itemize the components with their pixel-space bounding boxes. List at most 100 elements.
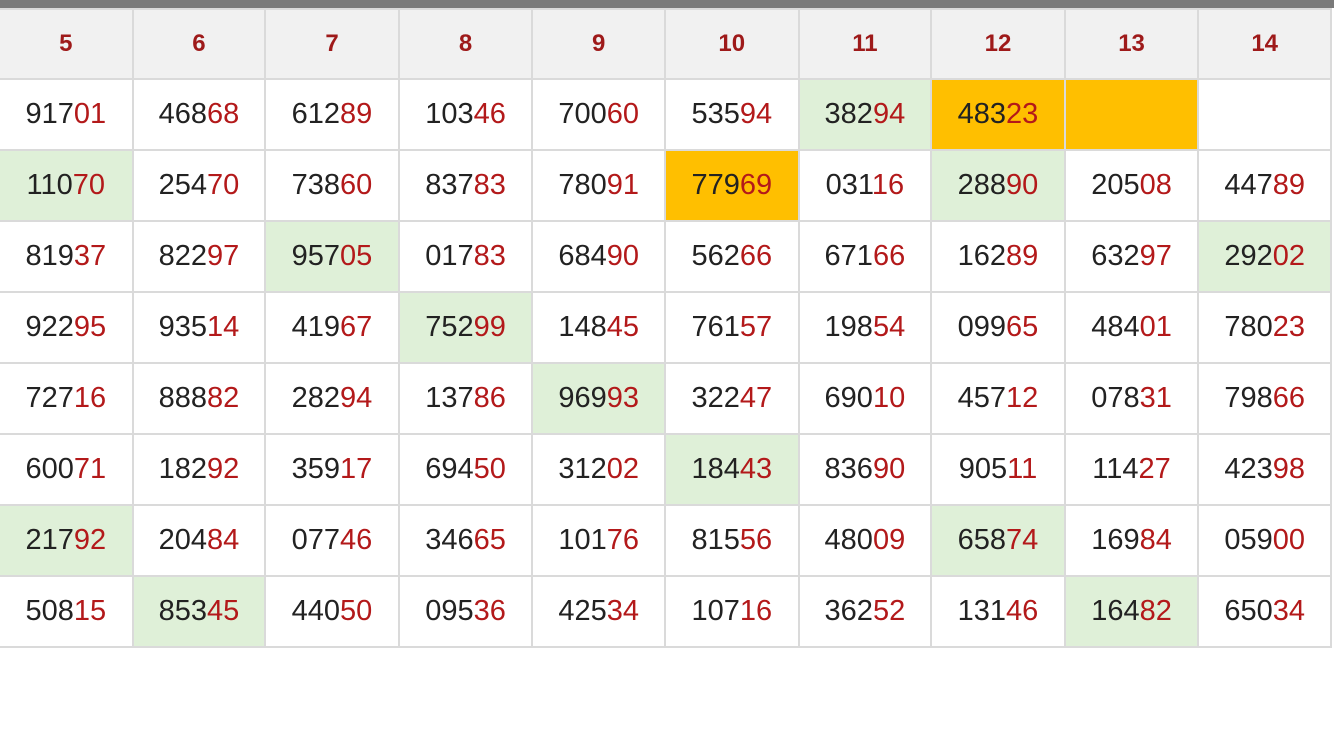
number-head: 853 <box>158 595 207 627</box>
number-head: 198 <box>824 311 873 343</box>
result-cell: 91701 <box>0 78 134 151</box>
number-tail: 16 <box>73 382 107 414</box>
number-tail: 36 <box>473 595 506 627</box>
number-tail: 94 <box>872 98 906 130</box>
number-tail: 90 <box>1006 169 1039 201</box>
result-cell: 48401 <box>1063 291 1200 364</box>
number-head: 727 <box>25 382 74 414</box>
number-tail: 57 <box>739 311 773 343</box>
number-tail: 94 <box>340 382 373 414</box>
result-cell: 56266 <box>663 220 800 293</box>
number-head: 468 <box>158 98 207 130</box>
number-tail: 95 <box>73 311 107 343</box>
result-cell: 10716 <box>663 575 800 648</box>
number-tail: 92 <box>73 524 107 556</box>
number-head: 457 <box>957 382 1007 414</box>
number-head: 752 <box>425 311 474 343</box>
number-tail: 02 <box>1272 240 1305 272</box>
number-head: 419 <box>291 311 341 343</box>
column-header: 10 <box>663 8 800 80</box>
number-head: 905 <box>958 453 1008 485</box>
result-cell: 36252 <box>797 575 933 648</box>
number-tail: 92 <box>206 453 240 485</box>
number-tail: 60 <box>606 98 639 130</box>
number-head: 059 <box>1224 524 1273 556</box>
number-tail: 66 <box>1272 382 1305 414</box>
result-cell: 50815 <box>0 575 134 648</box>
number-head: 078 <box>1091 382 1140 414</box>
number-head: 110 <box>26 169 73 201</box>
number-tail: 02 <box>606 453 639 485</box>
result-cell: 85345 <box>131 575 267 648</box>
column-header: 8 <box>397 8 534 80</box>
table-row: 72716 88882 28294 13786 96993 32247 69010 45712… <box>0 362 1332 435</box>
number-tail: 45 <box>606 311 639 343</box>
result-cell: 83690 <box>797 433 933 506</box>
result-cell: 60071 <box>0 433 134 506</box>
number-tail: 97 <box>206 240 240 272</box>
number-head: 288 <box>957 169 1007 201</box>
number-tail: 60 <box>340 169 373 201</box>
number-head: 099 <box>957 311 1007 343</box>
number-tail: 23 <box>1272 311 1305 343</box>
number-tail: 90 <box>872 453 906 485</box>
result-cell: 95705 <box>264 220 400 293</box>
table-row: 50815 85345 44050 09536 42534 10716 36252 13146… <box>0 575 1332 648</box>
number-head: 095 <box>425 595 474 627</box>
column-header: 9 <box>531 8 666 80</box>
table-row: 81937 82297 95705 01783 68490 56266 67166 16289… <box>0 220 1332 293</box>
number-tail: 67 <box>340 311 373 343</box>
result-cell: 14845 <box>531 291 666 364</box>
number-tail: 15 <box>73 595 107 627</box>
number-tail: 86 <box>473 382 506 414</box>
number-tail: 54 <box>872 311 906 343</box>
result-cell: 70060 <box>531 78 666 151</box>
number-head: 780 <box>558 169 607 201</box>
number-head: 969 <box>558 382 607 414</box>
result-cell: 77969 <box>663 149 800 222</box>
number-head: 917 <box>25 98 74 130</box>
column-header: 13 <box>1063 8 1200 80</box>
number-tail: 46 <box>1006 595 1039 627</box>
result-cell: 03116 <box>797 149 933 222</box>
result-cell: 18292 <box>131 433 267 506</box>
number-head: 131 <box>957 595 1007 627</box>
number-head: 700 <box>558 98 607 130</box>
number-tail: 76 <box>606 524 639 556</box>
result-cell: 48323 <box>930 78 1066 151</box>
table-row: 92295 93514 41967 75299 14845 76157 19854 09965… <box>0 291 1332 364</box>
number-tail: 12 <box>1006 382 1039 414</box>
result-cell: 01783 <box>397 220 534 293</box>
result-cell: 46868 <box>131 78 267 151</box>
result-cell: 44789 <box>1197 149 1332 222</box>
number-tail: 00 <box>1272 524 1305 556</box>
number-head: 204 <box>158 524 207 556</box>
number-tail: 74 <box>1006 524 1039 556</box>
number-head: 684 <box>558 240 607 272</box>
number-head: 483 <box>957 98 1007 130</box>
result-cell: 92295 <box>0 291 134 364</box>
number-head: 017 <box>425 240 474 272</box>
column-header: 6 <box>131 8 267 80</box>
result-cell: 13786 <box>397 362 534 435</box>
number-head: 447 <box>1224 169 1273 201</box>
result-cell: 10346 <box>397 78 534 151</box>
table-header: 5 6 7 8 9 10 11 12 13 14 <box>0 8 1332 80</box>
number-head: 425 <box>558 595 607 627</box>
number-tail: 84 <box>1139 524 1172 556</box>
number-tail: 83 <box>473 240 506 272</box>
number-tail: 14 <box>206 311 240 343</box>
result-cell: 10176 <box>531 504 666 577</box>
result-cell: 72716 <box>0 362 134 435</box>
number-head: 658 <box>957 524 1007 556</box>
result-cell: 93514 <box>131 291 267 364</box>
number-tail: 17 <box>340 453 373 485</box>
number-tail: 99 <box>473 311 506 343</box>
result-cell: 05900 <box>1197 504 1332 577</box>
result-cell: 21792 <box>0 504 134 577</box>
results-table: 5 6 7 8 9 10 11 12 13 14 91701 46868 61289 10346 7006… <box>0 8 1332 648</box>
number-head: 780 <box>1224 311 1273 343</box>
number-tail: 31 <box>1139 382 1172 414</box>
result-cell <box>1197 78 1332 151</box>
number-tail: 16 <box>871 169 905 201</box>
